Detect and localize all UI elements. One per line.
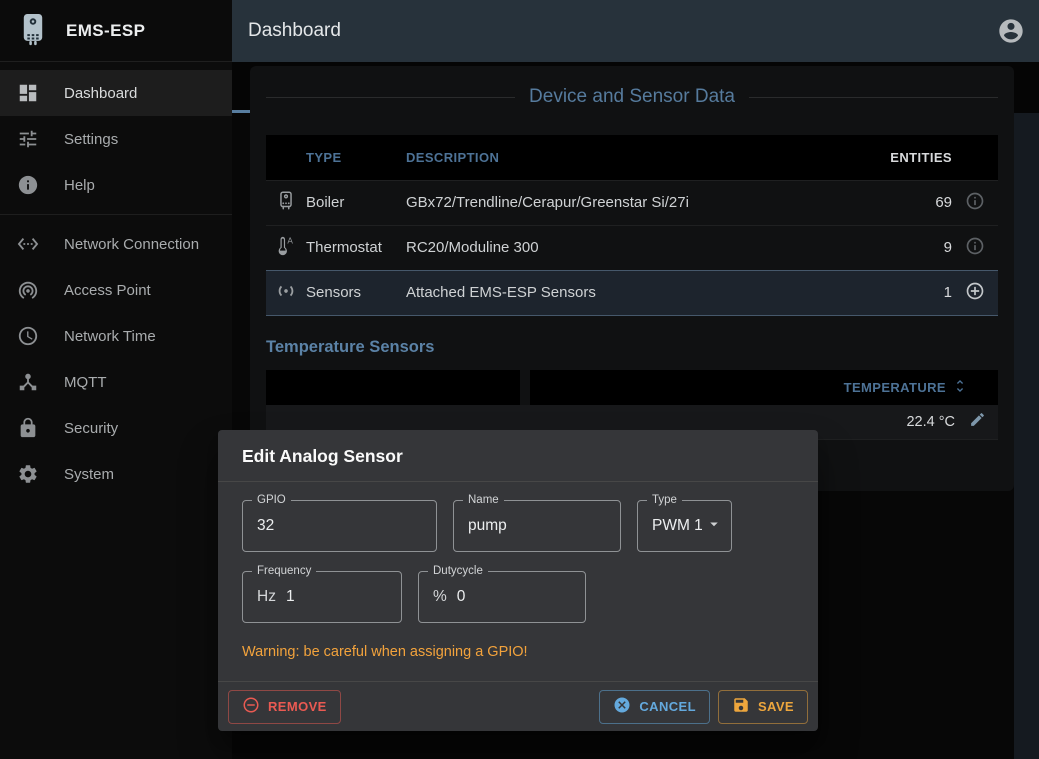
frequency-unit-prefix: Hz: [257, 588, 276, 606]
remove-button[interactable]: REMOVE: [228, 690, 341, 724]
ems-esp-app: EMS-ESP Dashboard Settings Help Network …: [0, 0, 1039, 759]
dialog-body: GPIO 32 Name pump Type PWM 1 Frequency H…: [218, 482, 818, 681]
dutycycle-field[interactable]: Dutycycle % 0: [418, 571, 586, 623]
remove-circle-icon: [242, 696, 260, 717]
remove-button-label: REMOVE: [268, 699, 327, 714]
frequency-field-value: 1: [286, 588, 295, 606]
name-field-value: pump: [468, 517, 507, 535]
save-button[interactable]: SAVE: [718, 690, 808, 724]
dutycycle-unit-prefix: %: [433, 588, 447, 606]
gpio-warning-text: Warning: be careful when assigning a GPI…: [242, 644, 794, 660]
type-select-value: PWM 1: [652, 517, 703, 535]
frequency-field[interactable]: Frequency Hz 1: [242, 571, 402, 623]
save-button-label: SAVE: [758, 699, 794, 714]
chevron-down-icon: [705, 515, 717, 538]
cancel-circle-icon: [613, 696, 631, 717]
gpio-field[interactable]: GPIO 32: [242, 500, 437, 552]
frequency-field-label: Frequency: [252, 565, 316, 578]
gpio-field-value: 32: [257, 517, 274, 535]
gpio-field-label: GPIO: [252, 494, 291, 507]
dialog-actions: REMOVE CANCEL SAVE: [218, 681, 818, 731]
type-select[interactable]: Type PWM 1: [637, 500, 732, 552]
cancel-button[interactable]: CANCEL: [599, 690, 710, 724]
dutycycle-field-label: Dutycycle: [428, 565, 488, 578]
name-field-label: Name: [463, 494, 504, 507]
dutycycle-field-value: 0: [457, 588, 466, 606]
edit-analog-sensor-dialog: Edit Analog Sensor GPIO 32 Name pump Typ…: [218, 430, 818, 731]
cancel-button-label: CANCEL: [639, 699, 696, 714]
save-floppy-icon: [732, 696, 750, 717]
type-select-label: Type: [647, 494, 682, 507]
dialog-title: Edit Analog Sensor: [218, 430, 818, 482]
name-field[interactable]: Name pump: [453, 500, 621, 552]
